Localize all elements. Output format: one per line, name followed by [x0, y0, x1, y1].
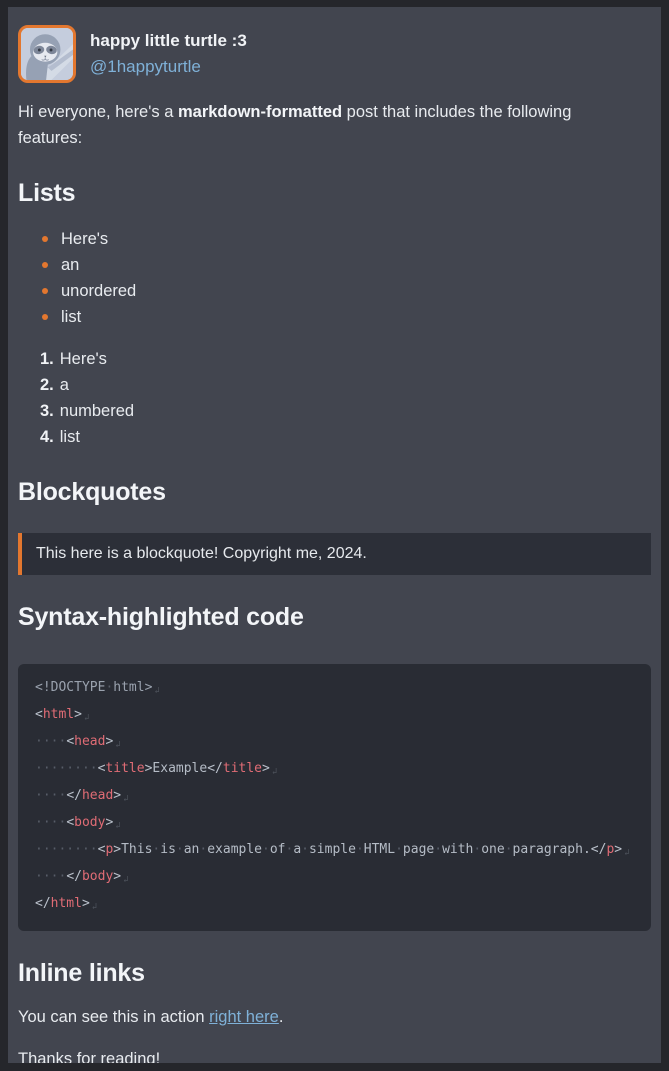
code-line: ····</head>↲ — [35, 784, 634, 811]
end-of-line-mark: ↲ — [123, 875, 128, 885]
blockquote-text: This here is a blockquote! Copyright me,… — [36, 545, 367, 562]
list-item: 2.a — [40, 372, 651, 398]
end-of-line-mark: ↲ — [84, 713, 89, 723]
intro-bold-text: markdown-formatted — [178, 103, 342, 121]
avatar[interactable] — [18, 25, 76, 83]
code-line: ····<body>↲ — [35, 811, 634, 838]
post: happy little turtle :3 @1happyturtle Hi … — [8, 7, 661, 1063]
code-line: ····<head>↲ — [35, 730, 634, 757]
link-sentence-before: You can see this in action — [18, 1008, 209, 1026]
end-of-line-mark: ↲ — [115, 740, 120, 750]
blockquotes-heading: Blockquotes — [18, 478, 651, 507]
code-heading: Syntax-highlighted code — [18, 603, 651, 632]
end-of-line-mark: ↲ — [272, 767, 277, 777]
code-line: ········<title>Example</title>↲ — [35, 757, 634, 784]
handle[interactable]: @1happyturtle — [90, 57, 247, 77]
blockquote: This here is a blockquote! Copyright me,… — [18, 533, 651, 575]
code-line: <html>↲ — [35, 703, 634, 730]
list-number: 3. — [40, 402, 54, 420]
code-line: ········<p>This·is·an·example·of·a·simpl… — [35, 838, 634, 865]
list-item: Here's — [42, 226, 651, 252]
unordered-list: Here'sanunorderedlist — [18, 226, 651, 330]
right-here-link[interactable]: right here — [209, 1008, 279, 1026]
end-of-line-mark: ↲ — [115, 821, 120, 831]
list-item: 1.Here's — [40, 346, 651, 372]
ordered-list: 1.Here's2.a3.numbered4.list — [18, 346, 651, 450]
lists-heading: Lists — [18, 179, 651, 208]
closing-paragraph: Thanks for reading! — [18, 1046, 651, 1063]
list-number: 2. — [40, 376, 54, 394]
list-item: 3.numbered — [40, 398, 651, 424]
end-of-line-mark: ↲ — [154, 686, 159, 696]
display-name[interactable]: happy little turtle :3 — [90, 31, 247, 51]
end-of-line-mark: ↲ — [624, 848, 629, 858]
code-line: </html>↲ — [35, 892, 634, 919]
end-of-line-mark: ↲ — [92, 902, 97, 912]
post-frame: happy little turtle :3 @1happyturtle Hi … — [0, 0, 669, 1071]
list-item: an — [42, 252, 651, 278]
code-line: <!DOCTYPE·html>↲ — [35, 676, 634, 703]
end-of-line-mark: ↲ — [123, 794, 128, 804]
list-number: 1. — [40, 350, 54, 368]
inline-links-paragraph: You can see this in action right here. — [18, 1004, 651, 1030]
code-block: <!DOCTYPE·html>↲<html>↲····<head>↲······… — [18, 664, 651, 931]
list-item: list — [42, 304, 651, 330]
author-names: happy little turtle :3 @1happyturtle — [90, 31, 247, 77]
post-content: happy little turtle :3 @1happyturtle Hi … — [8, 7, 661, 1063]
list-item: 4.list — [40, 424, 651, 450]
post-header: happy little turtle :3 @1happyturtle — [18, 25, 651, 83]
link-sentence-after: . — [279, 1008, 284, 1026]
sloth-avatar-image — [21, 28, 73, 80]
list-number: 4. — [40, 428, 54, 446]
code-line: ····</body>↲ — [35, 865, 634, 892]
intro-paragraph: Hi everyone, here's a markdown-formatted… — [18, 99, 630, 151]
list-item: unordered — [42, 278, 651, 304]
inline-links-heading: Inline links — [18, 959, 651, 988]
intro-text-before: Hi everyone, here's a — [18, 103, 178, 121]
